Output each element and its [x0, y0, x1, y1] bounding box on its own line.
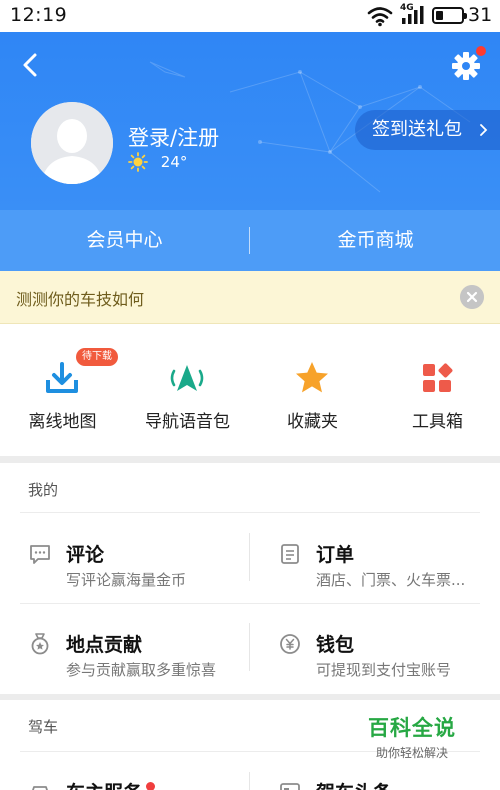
- order-icon: [281, 544, 299, 564]
- signal-icon: [402, 6, 424, 24]
- offline-map-button[interactable]: 待下载 离线地图: [0, 324, 125, 456]
- star-icon: [296, 362, 328, 393]
- medal-icon: [31, 633, 49, 655]
- entry-subtitle: 写评论赢海量金币: [66, 571, 187, 589]
- wallet-entry[interactable]: 钱包 可提现到支付宝账号: [278, 624, 493, 704]
- wallet-icon: [280, 634, 300, 654]
- comment-entry[interactable]: 评论 写评论赢海量金币: [28, 534, 238, 614]
- favorites-button[interactable]: 收藏夹: [250, 324, 375, 456]
- entry-title: 评论: [66, 544, 105, 566]
- divider: [20, 603, 480, 604]
- toolbox-button[interactable]: 工具箱: [375, 324, 500, 456]
- settings-notification-dot: [476, 46, 486, 56]
- login-register-link[interactable]: 登录/注册: [128, 122, 219, 152]
- tool-label: 导航语音包: [145, 412, 230, 432]
- comment-icon: [30, 545, 50, 564]
- car-icon: [32, 786, 48, 790]
- pending-download-badge: 待下载: [76, 348, 118, 366]
- watermark-subtitle: 助你轻松解决: [375, 746, 448, 760]
- entry-title: 驾车头条: [316, 778, 392, 790]
- mine-section: 我的 评论 写评论赢海量金币 订单 酒店、门票、火车票... 地点贡献 参与贡献…: [0, 463, 500, 694]
- close-icon[interactable]: [460, 285, 484, 309]
- entry-title-text: 车主服务: [66, 782, 142, 790]
- signin-label: 签到送礼包: [372, 119, 462, 140]
- entry-subtitle: 酒店、门票、火车票...: [316, 571, 466, 589]
- app-screen: 12:19 4G 31 登录/注册 24° 签到送礼包 会员中心 金币商城 测测…: [0, 0, 500, 790]
- section-title-drive: 驾车: [28, 718, 59, 736]
- status-time: 12:19: [10, 4, 68, 26]
- sun-icon: [128, 152, 148, 172]
- tool-label: 离线地图: [28, 412, 97, 432]
- tool-label: 收藏夹: [287, 412, 338, 432]
- battery-fill: [436, 11, 444, 20]
- status-bar: 12:19 4G 31: [0, 0, 500, 32]
- toolbox-icon: [423, 363, 453, 392]
- wifi-icon: [367, 7, 393, 27]
- entry-subtitle: 参与贡献赢取多重惊喜: [66, 661, 217, 679]
- member-center-link[interactable]: 会员中心: [0, 210, 249, 271]
- column-divider: [249, 623, 250, 671]
- chevron-right-icon: [480, 124, 488, 136]
- watermark-title: 百科全说: [368, 716, 456, 740]
- column-divider: [249, 533, 250, 581]
- banner-text[interactable]: 测测你的车技如何: [16, 286, 144, 310]
- tool-label: 工具箱: [412, 412, 463, 432]
- navigation-voice-button[interactable]: 导航语音包: [125, 324, 250, 456]
- driving-test-banner: 测测你的车技如何: [0, 271, 500, 324]
- default-avatar-icon: [31, 102, 113, 184]
- entry-title: 钱包: [316, 634, 355, 656]
- entry-subtitle: 可提现到支付宝账号: [316, 661, 452, 679]
- navigation-voice-icon: [170, 365, 204, 391]
- column-divider: [249, 772, 250, 790]
- place-contribution-entry[interactable]: 地点贡献 参与贡献赢取多重惊喜: [28, 624, 243, 704]
- quick-tools: 待下载 离线地图 导航语音包 收藏夹 工具箱: [0, 324, 500, 456]
- profile-header: 登录/注册 24° 签到送礼包: [0, 32, 500, 210]
- coin-mall-link[interactable]: 金币商城: [251, 210, 500, 271]
- member-bar: 会员中心 金币商城: [0, 210, 500, 271]
- daily-signin-button[interactable]: 签到送礼包: [355, 110, 500, 150]
- section-title-mine: 我的: [28, 481, 59, 499]
- entry-title: 车主服务: [66, 778, 156, 790]
- news-icon: [280, 783, 300, 790]
- back-button[interactable]: [14, 48, 48, 82]
- entry-title: 订单: [316, 544, 355, 566]
- entry-title: 地点贡献: [66, 634, 143, 656]
- car-owner-service-entry[interactable]: 车主服务: [28, 772, 243, 790]
- driving-news-entry[interactable]: 驾车头条: [278, 772, 493, 790]
- settings-button[interactable]: [446, 46, 486, 86]
- notification-dot: [146, 782, 156, 790]
- watermark: 百科全说 助你轻松解决: [356, 712, 468, 761]
- order-entry[interactable]: 订单 酒店、门票、火车票...: [278, 534, 493, 614]
- weather-info: 24°: [128, 152, 187, 172]
- battery-icon: [432, 7, 467, 24]
- member-bar-divider: [249, 227, 250, 254]
- divider: [20, 512, 480, 513]
- download-icon: [46, 362, 78, 393]
- battery-level: 31: [468, 4, 493, 26]
- avatar[interactable]: [31, 102, 113, 184]
- temperature: 24°: [160, 153, 188, 171]
